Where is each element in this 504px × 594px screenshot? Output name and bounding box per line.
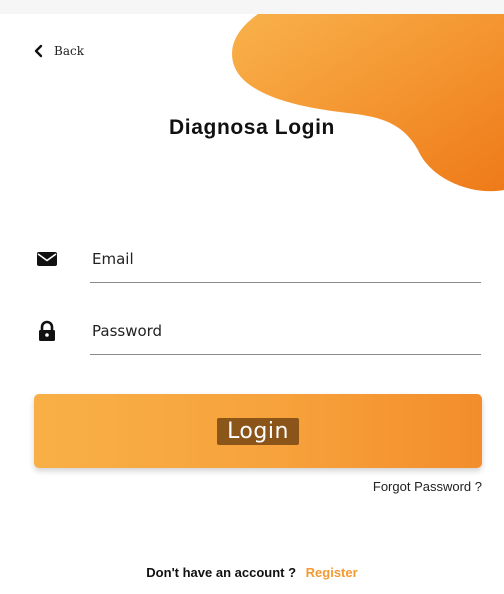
decorative-orange-blob [232,14,504,192]
lock-icon [39,320,55,341]
login-button-label: Login [217,417,299,445]
envelope-icon [37,252,57,266]
register-question: Don't have an account ? [146,565,297,580]
register-prompt: Don't have an account ? Register [0,565,504,580]
forgot-password-link[interactable]: Forgot Password ? [373,479,482,494]
back-label: Back [54,44,84,58]
password-field-row [36,308,481,356]
login-button[interactable]: Login [34,394,482,468]
back-button[interactable]: Back [32,44,84,58]
email-input[interactable] [90,236,481,283]
page-title: Diagnosa Login [169,116,335,139]
email-field-row [36,236,481,284]
chevron-left-icon [34,44,43,58]
register-link[interactable]: Register [306,565,358,580]
password-input[interactable] [90,308,481,355]
